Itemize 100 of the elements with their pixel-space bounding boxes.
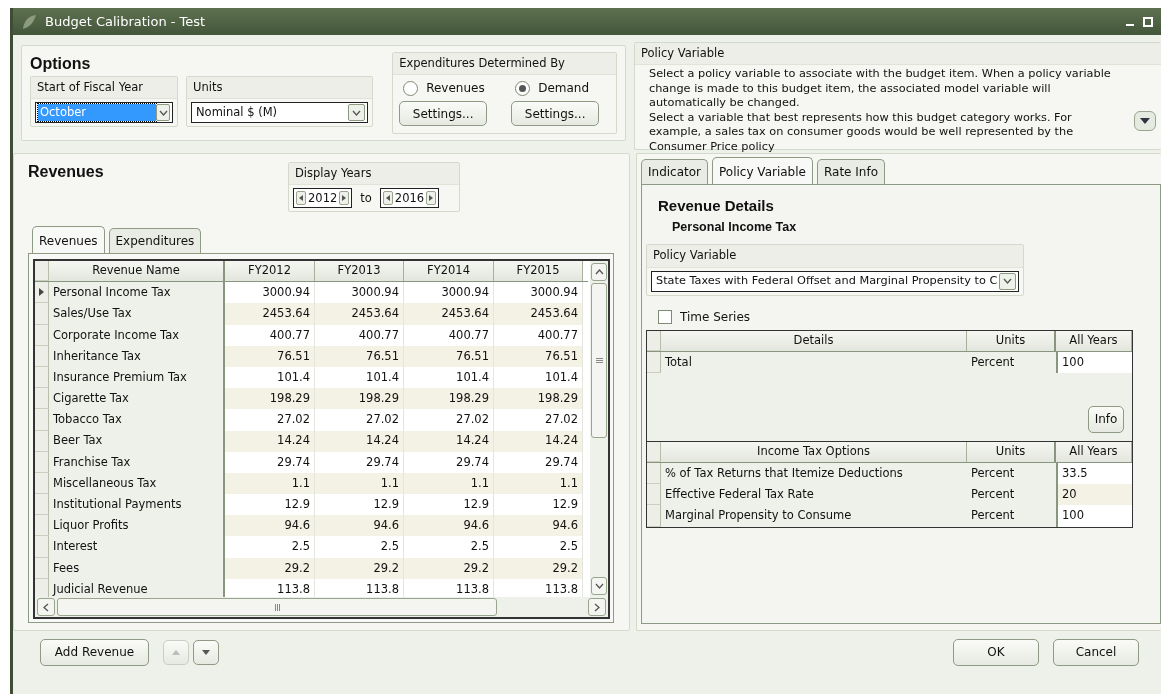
table-cell-text: Effective Federal Tax Rate xyxy=(664,486,815,504)
table-cell: Cigarette Tax xyxy=(49,388,225,410)
row-header[interactable] xyxy=(647,441,661,463)
table-cell: 2453.64 xyxy=(225,303,315,325)
tab[interactable]: Expenditures xyxy=(108,228,202,253)
move-down-button[interactable] xyxy=(193,639,219,665)
table-cell: 27.02 xyxy=(494,409,583,431)
table-cell: 400.77 xyxy=(315,324,404,346)
tab[interactable]: Rate Info xyxy=(816,159,885,184)
column-header[interactable]: FY2013 xyxy=(315,261,404,282)
units-dropdown[interactable]: Nominal $ (M) xyxy=(191,102,368,124)
right-arrow-icon[interactable] xyxy=(342,195,347,202)
tab[interactable]: Revenues xyxy=(32,226,105,253)
table-cell: 29.74 xyxy=(225,451,315,473)
table-cell: Personal Income Tax xyxy=(49,282,225,304)
table-cell: 20 xyxy=(1056,484,1132,506)
chevron-up-icon[interactable] xyxy=(594,269,604,275)
table-cell-text: Marginal Propensity to Consume xyxy=(664,507,853,525)
table-cell-text: Percent xyxy=(970,353,1016,371)
table-cell: Fees xyxy=(49,557,225,579)
settings-button[interactable]: Settings... xyxy=(511,101,600,127)
table-cell: 2.5 xyxy=(494,536,583,558)
table-cell-text: Percent xyxy=(970,507,1016,525)
column-header[interactable]: Revenue Name xyxy=(49,261,225,282)
table-cell: Interest xyxy=(49,536,225,558)
table-cell: 14.24 xyxy=(404,430,494,452)
cancel-button[interactable]: Cancel xyxy=(1053,638,1139,666)
grip-icon xyxy=(274,603,280,611)
table-cell: Liquor Profits xyxy=(49,515,225,537)
time-series-checkbox[interactable]: Time Series xyxy=(646,295,1160,330)
expand-button[interactable] xyxy=(1134,111,1156,131)
table-cell: 29.2 xyxy=(404,557,494,579)
chevron-left-icon[interactable] xyxy=(43,602,49,612)
panel-title: Policy Variable xyxy=(635,43,1161,66)
radio-option[interactable]: Demand xyxy=(511,79,600,98)
right-arrow-icon[interactable] xyxy=(429,195,434,202)
column-header[interactable]: Details xyxy=(661,330,967,351)
column-header[interactable]: FY2012 xyxy=(225,261,315,282)
caret-down-icon xyxy=(202,649,210,655)
table-cell: 1.1 xyxy=(404,472,494,495)
ok-button[interactable]: OK xyxy=(953,638,1039,666)
table-cell: 29.2 xyxy=(225,557,315,579)
maximize-icon[interactable] xyxy=(1143,16,1153,27)
settings-button[interactable]: Settings... xyxy=(399,101,488,127)
table-cell-text: Percent xyxy=(970,465,1016,483)
column-header[interactable]: Units xyxy=(967,330,1056,351)
year-spinner[interactable]: 2016 xyxy=(379,188,440,209)
table-cell: Corporate Income Tax xyxy=(49,324,225,346)
vertical-scrollbar[interactable] xyxy=(590,261,608,597)
radio-option[interactable]: Revenues xyxy=(399,79,488,98)
section-title: Revenues xyxy=(28,162,105,182)
field-label: Display Years xyxy=(289,163,459,186)
column-header[interactable]: All Years xyxy=(1056,441,1132,463)
table-cell: 29.2 xyxy=(494,557,583,579)
table-cell: 76.51 xyxy=(225,345,315,367)
year-spinner[interactable]: 2012 xyxy=(293,188,353,209)
table-cell: 27.02 xyxy=(225,409,315,431)
info-text: Select a policy variable to associate with the budget item. When a policy variable change is made to this budget item, the associated model variable will automatically be changed. xyxy=(649,67,1112,111)
left-arrow-icon[interactable] xyxy=(385,195,390,202)
table-cell: 27.02 xyxy=(315,409,404,431)
table-cell: 29.74 xyxy=(494,451,583,473)
section-title: Revenue Details xyxy=(657,196,775,216)
group-label: Expenditures Determined By xyxy=(393,53,616,76)
table-cell: 94.6 xyxy=(315,515,404,537)
table-cell: 1.1 xyxy=(225,472,315,495)
table-cell: 27.02 xyxy=(404,409,494,431)
caret-up-icon xyxy=(172,649,180,655)
table-cell: 198.29 xyxy=(315,388,404,410)
table-cell-text: Percent xyxy=(970,486,1016,504)
info-button[interactable]: Info xyxy=(1088,405,1124,433)
field-label: to xyxy=(360,189,372,207)
add-revenue-button[interactable]: Add Revenue xyxy=(40,638,149,666)
left-arrow-icon[interactable] xyxy=(299,195,303,202)
table-cell: 33.5 xyxy=(1056,463,1132,485)
chevron-right-icon[interactable] xyxy=(594,602,600,612)
row-header[interactable] xyxy=(647,330,661,351)
policy-variable-dropdown[interactable]: State Taxes with Federal Offset and Marginal Propensity to C xyxy=(651,270,1019,292)
column-header[interactable]: FY2014 xyxy=(404,261,494,282)
table-cell: 100 xyxy=(1056,505,1132,527)
table-cell: 198.29 xyxy=(404,388,494,410)
table-cell: 1.1 xyxy=(315,472,404,495)
table-cell: 29.74 xyxy=(315,451,404,473)
table-cell: Insurance Premium Tax xyxy=(49,366,225,389)
section-subtitle: Personal Income Tax xyxy=(671,218,798,236)
table-cell: Institutional Payments xyxy=(49,494,225,516)
table-cell: Inheritance Tax xyxy=(49,345,225,367)
tab[interactable]: Policy Variable xyxy=(712,157,813,184)
row-pointer-icon xyxy=(39,288,44,297)
column-header[interactable]: Income Tax Options xyxy=(661,441,967,463)
tab[interactable]: Indicator xyxy=(641,159,709,184)
chevron-down-icon xyxy=(594,583,604,589)
table-cell: Beer Tax xyxy=(49,430,225,452)
table-cell: 2.5 xyxy=(404,536,494,558)
row-header[interactable] xyxy=(35,282,49,304)
window-title: Budget Calibration - Test xyxy=(45,12,206,31)
column-header[interactable]: All Years xyxy=(1056,330,1132,351)
horizontal-scrollbar[interactable] xyxy=(35,597,608,617)
column-header[interactable]: Units xyxy=(967,441,1056,463)
table-cell-text: % of Tax Returns that Itemize Deductions xyxy=(664,465,904,483)
column-header[interactable]: FY2015 xyxy=(494,261,583,282)
